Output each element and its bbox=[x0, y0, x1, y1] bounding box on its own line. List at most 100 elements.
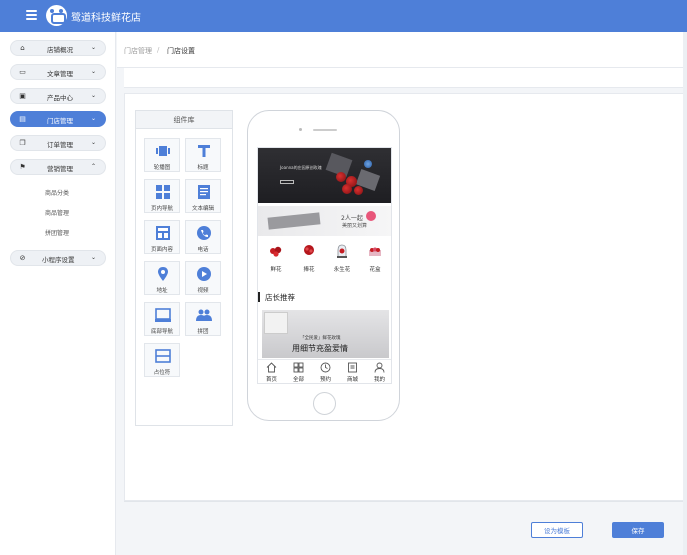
component-label: 视频 bbox=[197, 288, 209, 294]
menu-icon[interactable] bbox=[26, 10, 37, 20]
marketing-icon: ⚑ bbox=[19, 163, 26, 171]
title-icon bbox=[198, 145, 210, 157]
component-label: 文本编辑 bbox=[191, 206, 214, 212]
booking-tab-icon bbox=[320, 362, 331, 373]
rose-image bbox=[336, 172, 346, 182]
sidebar-item-label: 店铺概况 bbox=[47, 46, 73, 54]
tab-label: 首页 bbox=[265, 377, 277, 383]
component-bottom-nav[interactable]: 底部导航 bbox=[144, 302, 180, 336]
sidebar-item-label: 营销管理 bbox=[47, 165, 73, 173]
component-grid-nav[interactable]: 页内导航 bbox=[144, 179, 180, 213]
bottom-nav-icon bbox=[155, 308, 171, 322]
flower-box-icon bbox=[369, 247, 381, 256]
section-heading: 店长推荐 bbox=[258, 292, 391, 304]
article-icon: ▭ bbox=[19, 68, 26, 76]
component-carousel[interactable]: 轮播图 bbox=[144, 138, 180, 172]
phone-speaker bbox=[313, 129, 337, 131]
video-icon bbox=[197, 267, 211, 281]
group-buy-icon bbox=[196, 309, 212, 321]
page-scrollbar[interactable] bbox=[683, 32, 687, 555]
rose-image bbox=[342, 184, 352, 194]
all-tab-icon bbox=[293, 362, 304, 373]
sidebar-item-label: 订单管理 bbox=[47, 141, 73, 149]
banner-caption: Joanna的庄园原创玫瑰 bbox=[280, 165, 322, 170]
promo-title: 用细节充盈爱情 bbox=[292, 344, 348, 353]
component-placeholder[interactable]: 占位符 bbox=[144, 343, 180, 377]
component-text-edit[interactable]: 文本编辑 bbox=[185, 179, 221, 213]
component-phone[interactable]: 电话 bbox=[185, 220, 221, 254]
recommended-product-card[interactable]: 「全民爱」鲜花玫瑰 用细节充盈爱情 bbox=[262, 310, 389, 358]
component-library-title: 组件库 bbox=[136, 111, 232, 129]
location-icon bbox=[158, 267, 168, 281]
component-label: 电话 bbox=[197, 247, 209, 253]
save-button[interactable]: 保存 bbox=[612, 522, 664, 538]
carousel-icon bbox=[156, 146, 170, 156]
sidebar-item-articles[interactable]: ▭ 文章管理 ⌄ bbox=[10, 64, 106, 80]
phone-screen[interactable]: Joanna的庄园原创玫瑰 2人一起 美丽又划算 鲜花 捧花 永生花 花盒 店长… bbox=[257, 147, 392, 384]
banner-headline: 2人一起 bbox=[341, 215, 363, 222]
phone-tab-bar: 首页 全部 预约 商城 我的 bbox=[258, 359, 391, 383]
store-icon: ▤ bbox=[19, 115, 26, 123]
sidebar-item-orders[interactable]: ❐ 订单管理 ⌄ bbox=[10, 135, 106, 151]
component-label: 拼团 bbox=[197, 329, 209, 335]
component-title[interactable]: 标题 bbox=[185, 138, 221, 172]
page-content-icon bbox=[156, 226, 170, 240]
category-label: 永生花 bbox=[333, 267, 351, 273]
sidebar-subitem-categories[interactable]: 商品分类 bbox=[45, 188, 69, 197]
component-label: 占位符 bbox=[153, 370, 171, 376]
component-label: 底部导航 bbox=[150, 329, 173, 335]
banner-group-buy[interactable]: 2人一起 美丽又划算 bbox=[258, 206, 391, 236]
breadcrumb-parent[interactable]: 门店管理 bbox=[124, 46, 152, 56]
shop-tab-icon bbox=[348, 362, 357, 373]
sidebar-item-label: 小程序设置 bbox=[42, 256, 75, 264]
component-page-content[interactable]: 页面内容 bbox=[144, 220, 180, 254]
text-edit-icon bbox=[198, 185, 210, 199]
component-address[interactable]: 地址 bbox=[144, 261, 180, 295]
component-group-buy[interactable]: 拼团 bbox=[185, 302, 221, 336]
breadcrumb-separator: / bbox=[157, 46, 160, 54]
category-label: 鲜花 bbox=[270, 267, 282, 273]
component-label: 地址 bbox=[156, 288, 168, 294]
placeholder-icon bbox=[155, 349, 171, 363]
product-image bbox=[267, 212, 321, 230]
breadcrumb-current: 门店设置 bbox=[167, 47, 195, 55]
category-label: 捧花 bbox=[303, 267, 315, 273]
profile-tab-icon bbox=[374, 362, 385, 373]
tab-label: 预约 bbox=[319, 377, 331, 383]
chevron-down-icon: ⌄ bbox=[90, 115, 96, 122]
component-video[interactable]: 视频 bbox=[185, 261, 221, 295]
tab-label: 全部 bbox=[292, 377, 304, 383]
sidebar-item-stores[interactable]: ▤ 门店管理 ⌄ bbox=[10, 111, 106, 127]
component-label: 页内导航 bbox=[150, 206, 173, 212]
sidebar-subitem-group-buy[interactable]: 拼团管理 bbox=[45, 228, 69, 237]
component-library: 组件库 轮播图 标题 页内导航 文本编辑 页面内容 电话 地址 视频 底部导航 … bbox=[135, 110, 233, 426]
promo-subtitle: 「全民爱」鲜花玫瑰 bbox=[300, 336, 341, 341]
sidebar-item-products[interactable]: ▣ 产品中心 ⌄ bbox=[10, 88, 106, 104]
sidebar-item-label: 文章管理 bbox=[47, 70, 73, 78]
banner-button bbox=[280, 180, 294, 184]
sidebar: ⌂ 店铺概况 ⌄ ▭ 文章管理 ⌄ ▣ 产品中心 ⌄ ▤ 门店管理 ⌄ ❐ 订单… bbox=[0, 32, 116, 555]
component-label: 标题 bbox=[197, 165, 209, 171]
action-footer: 设为模板 保存 bbox=[124, 501, 687, 555]
toolbar-strip bbox=[124, 68, 687, 88]
chevron-down-icon: ⌄ bbox=[90, 254, 96, 261]
sidebar-subitem-goods[interactable]: 商品管理 bbox=[45, 208, 69, 217]
set-as-template-button[interactable]: 设为模板 bbox=[531, 522, 583, 538]
tab-label: 商城 bbox=[346, 377, 358, 383]
tab-label: 我的 bbox=[373, 377, 385, 383]
home-icon: ⌂ bbox=[20, 44, 25, 52]
sidebar-item-store-overview[interactable]: ⌂ 店铺概况 ⌄ bbox=[10, 40, 106, 56]
chevron-down-icon: ⌄ bbox=[90, 68, 96, 75]
flower-image bbox=[364, 160, 372, 168]
rose-image bbox=[354, 186, 363, 195]
store-logo bbox=[46, 5, 67, 26]
phone-home-button bbox=[313, 392, 336, 415]
phone-icon bbox=[197, 226, 211, 240]
order-icon: ❐ bbox=[19, 139, 26, 147]
component-label: 页面内容 bbox=[150, 247, 173, 253]
banner-image-roses[interactable]: Joanna的庄园原创玫瑰 bbox=[258, 148, 391, 203]
component-label: 轮播图 bbox=[153, 165, 171, 171]
sidebar-item-marketing[interactable]: ⚑ 营销管理 ⌃ bbox=[10, 159, 106, 175]
gift-box-image bbox=[264, 312, 288, 334]
sidebar-item-mini-program-settings[interactable]: ⊘ 小程序设置 ⌄ bbox=[10, 250, 106, 266]
